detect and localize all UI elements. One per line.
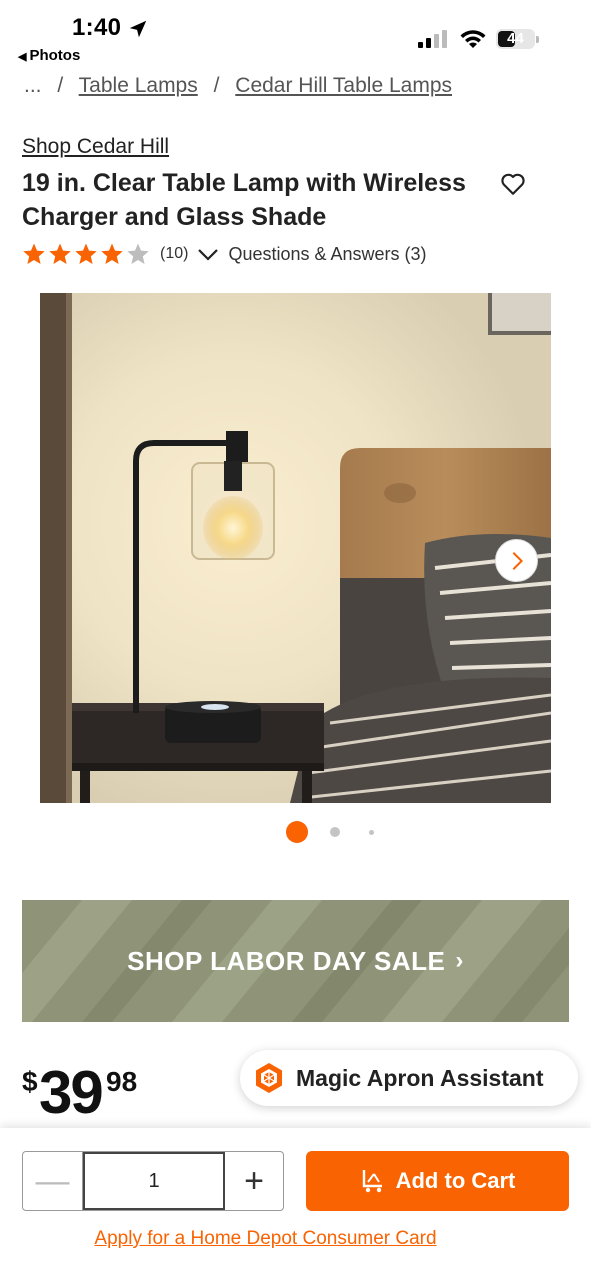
magic-apron-assistant-button[interactable]: Magic Apron Assistant <box>240 1050 578 1106</box>
back-to-photos[interactable]: ◀ Photos <box>18 47 80 64</box>
add-to-cart-label: Add to Cart <box>395 1168 516 1193</box>
cart-icon <box>362 1170 382 1193</box>
location-arrow-icon <box>129 20 147 38</box>
assistant-label: Magic Apron Assistant <box>296 1064 544 1091</box>
breadcrumb-table-lamps[interactable]: Table Lamps <box>79 74 198 97</box>
back-app-label: Photos <box>29 47 81 64</box>
status-time: 1:40 <box>72 14 122 41</box>
breadcrumb-ellipsis[interactable]: ... <box>24 74 42 97</box>
star-icon <box>127 243 149 264</box>
quantity-input[interactable]: 1 <box>83 1152 225 1210</box>
review-count[interactable]: (10) <box>160 245 188 263</box>
gallery-pagination <box>0 820 591 846</box>
breadcrumb: ... / Table Lamps / Cedar Hill Table Lam… <box>24 74 462 102</box>
chevron-right-icon: › <box>455 947 464 974</box>
gallery-dot[interactable] <box>286 821 308 843</box>
gallery-dot[interactable] <box>330 827 340 837</box>
battery-level: 44 <box>507 30 524 47</box>
brand-link[interactable]: Shop Cedar Hill <box>22 135 169 159</box>
gallery-dot[interactable] <box>368 829 374 835</box>
magic-apron-logo-icon <box>256 1063 282 1093</box>
labor-day-sale-banner[interactable]: SHOP LABOR DAY SALE › <box>22 900 569 1022</box>
product-title: 19 in. Clear Table Lamp with Wireless Ch… <box>22 169 466 231</box>
questions-answers-link[interactable]: Questions & Answers (3) <box>228 244 426 265</box>
heart-icon[interactable] <box>500 171 526 197</box>
rating-row[interactable]: (10) Questions & Answers (3) <box>22 241 427 267</box>
decrease-quantity-button[interactable]: — <box>23 1152 83 1210</box>
banner-label: SHOP LABOR DAY SALE › <box>22 900 569 1022</box>
chevron-down-icon[interactable] <box>196 242 220 266</box>
star-icon <box>23 243 45 264</box>
lamp-photo <box>40 293 551 803</box>
banner-text: SHOP LABOR DAY SALE <box>127 945 446 976</box>
quantity-stepper: — 1 + <box>22 1151 284 1211</box>
price-cents: 98 <box>106 1066 138 1097</box>
add-to-cart-button[interactable]: Add to Cart <box>306 1151 569 1211</box>
chevron-right-icon <box>512 551 523 570</box>
breadcrumb-separator: / <box>57 74 64 97</box>
price-dollars: 39 <box>39 1059 104 1126</box>
breadcrumb-cedar-hill-table-lamps[interactable]: Cedar Hill Table Lamps <box>235 74 452 97</box>
star-rating <box>22 242 152 266</box>
wifi-icon <box>460 30 486 48</box>
price-currency: $ <box>22 1066 38 1097</box>
signal-icon <box>418 30 447 48</box>
apply-consumer-card-link[interactable]: Apply for a Home Depot Consumer Card <box>0 1228 531 1250</box>
star-icon <box>49 243 71 264</box>
status-bar: 1:40 ◀ Photos 44 <box>0 0 591 70</box>
increase-quantity-button[interactable]: + <box>225 1152 283 1210</box>
breadcrumb-separator: / <box>213 74 220 97</box>
gallery-next-button[interactable] <box>495 539 538 582</box>
star-icon <box>101 243 123 264</box>
product-image[interactable] <box>40 293 551 803</box>
star-icon <box>75 243 97 264</box>
battery-icon: 44 <box>496 29 540 49</box>
purchase-bar: — 1 + Add to Cart Apply for a Home Depot… <box>0 1128 591 1280</box>
